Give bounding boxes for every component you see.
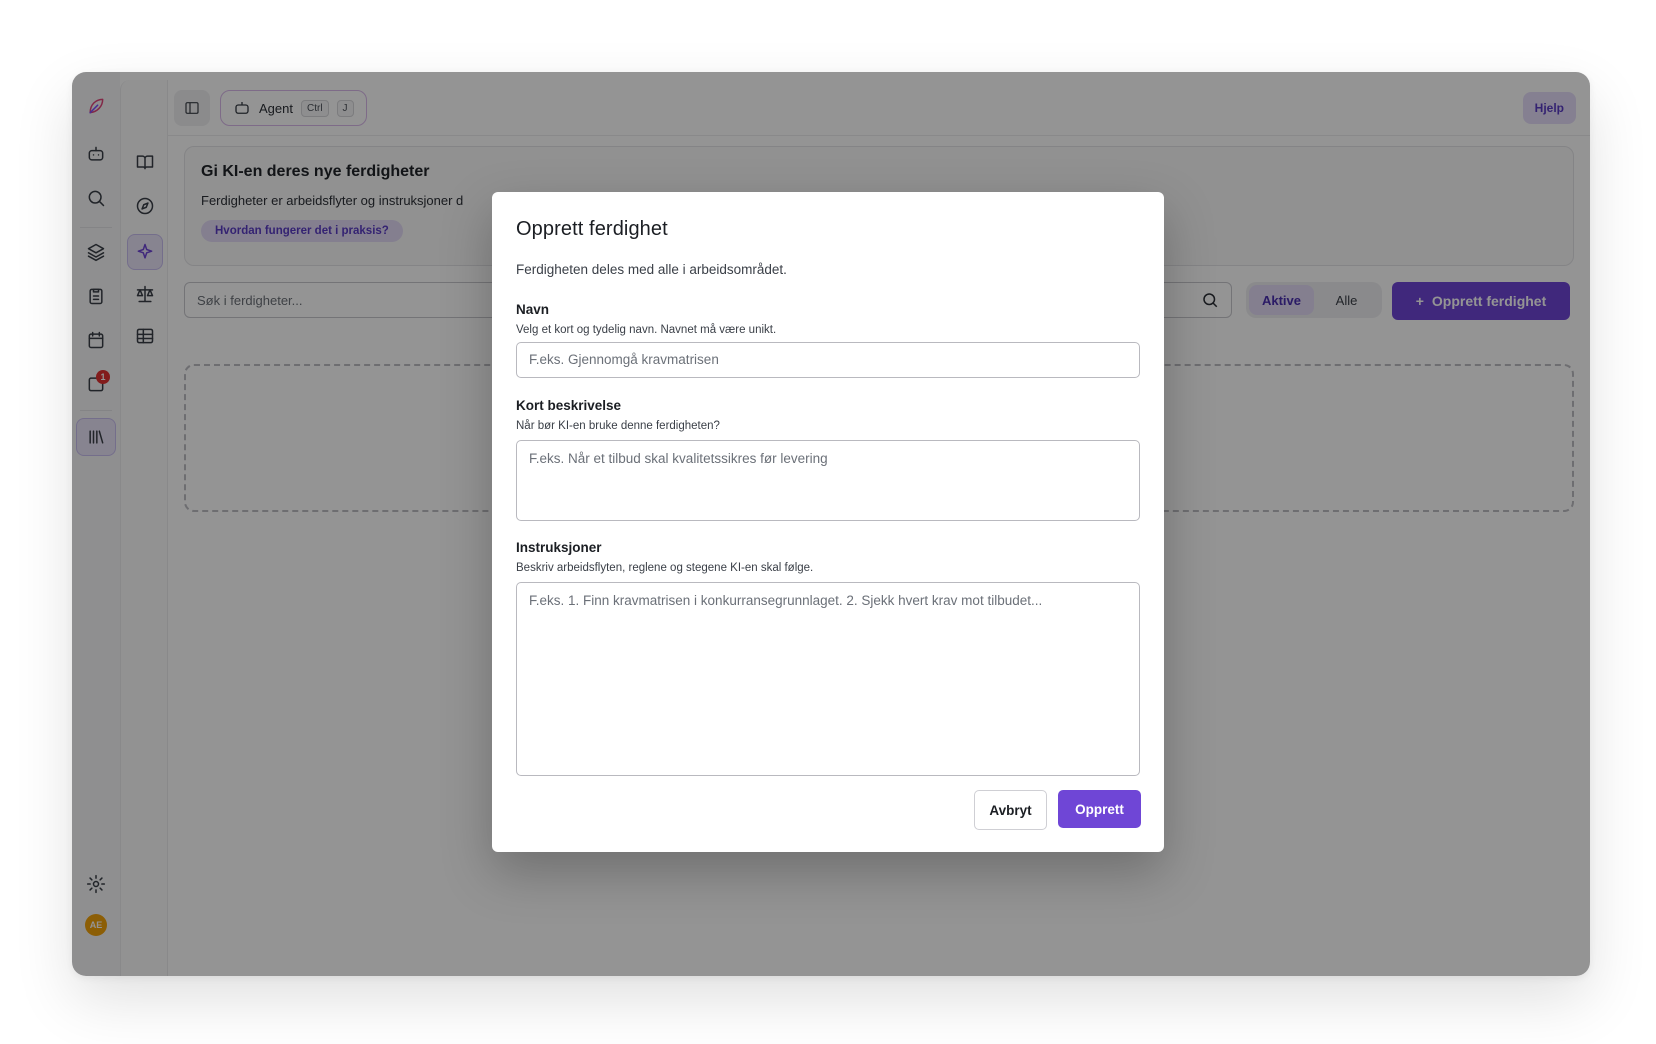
description-hint: Når bør KI-en bruke denne ferdigheten? xyxy=(516,420,720,432)
instructions-hint: Beskriv arbeidsflyten, reglene og stegen… xyxy=(516,562,814,574)
dialog-subtitle: Ferdigheten deles med alle i arbeidsområ… xyxy=(516,262,787,277)
description-textarea[interactable]: F.eks. Når et tilbud skal kvalitetssikre… xyxy=(516,440,1140,521)
dialog-title: Opprett ferdighet xyxy=(516,218,668,240)
create-skill-dialog: Opprett ferdighet Ferdigheten deles med … xyxy=(492,192,1164,852)
instructions-textarea[interactable]: F.eks. 1. Finn kravmatrisen i konkurrans… xyxy=(516,582,1140,776)
create-button[interactable]: Opprett xyxy=(1058,790,1141,828)
description-label: Kort beskrivelse xyxy=(516,398,622,413)
name-input[interactable]: F.eks. Gjennomgå kravmatrisen xyxy=(516,342,1140,378)
cancel-button[interactable]: Avbryt xyxy=(974,790,1047,830)
name-label: Navn xyxy=(516,302,550,317)
instructions-label: Instruksjoner xyxy=(516,540,602,555)
instructions-placeholder: F.eks. 1. Finn kravmatrisen i konkurrans… xyxy=(529,593,1043,608)
name-placeholder: F.eks. Gjennomgå kravmatrisen xyxy=(529,352,719,367)
description-placeholder: F.eks. Når et tilbud skal kvalitetssikre… xyxy=(529,451,828,466)
name-hint: Velg et kort og tydelig navn. Navnet må … xyxy=(516,324,777,336)
